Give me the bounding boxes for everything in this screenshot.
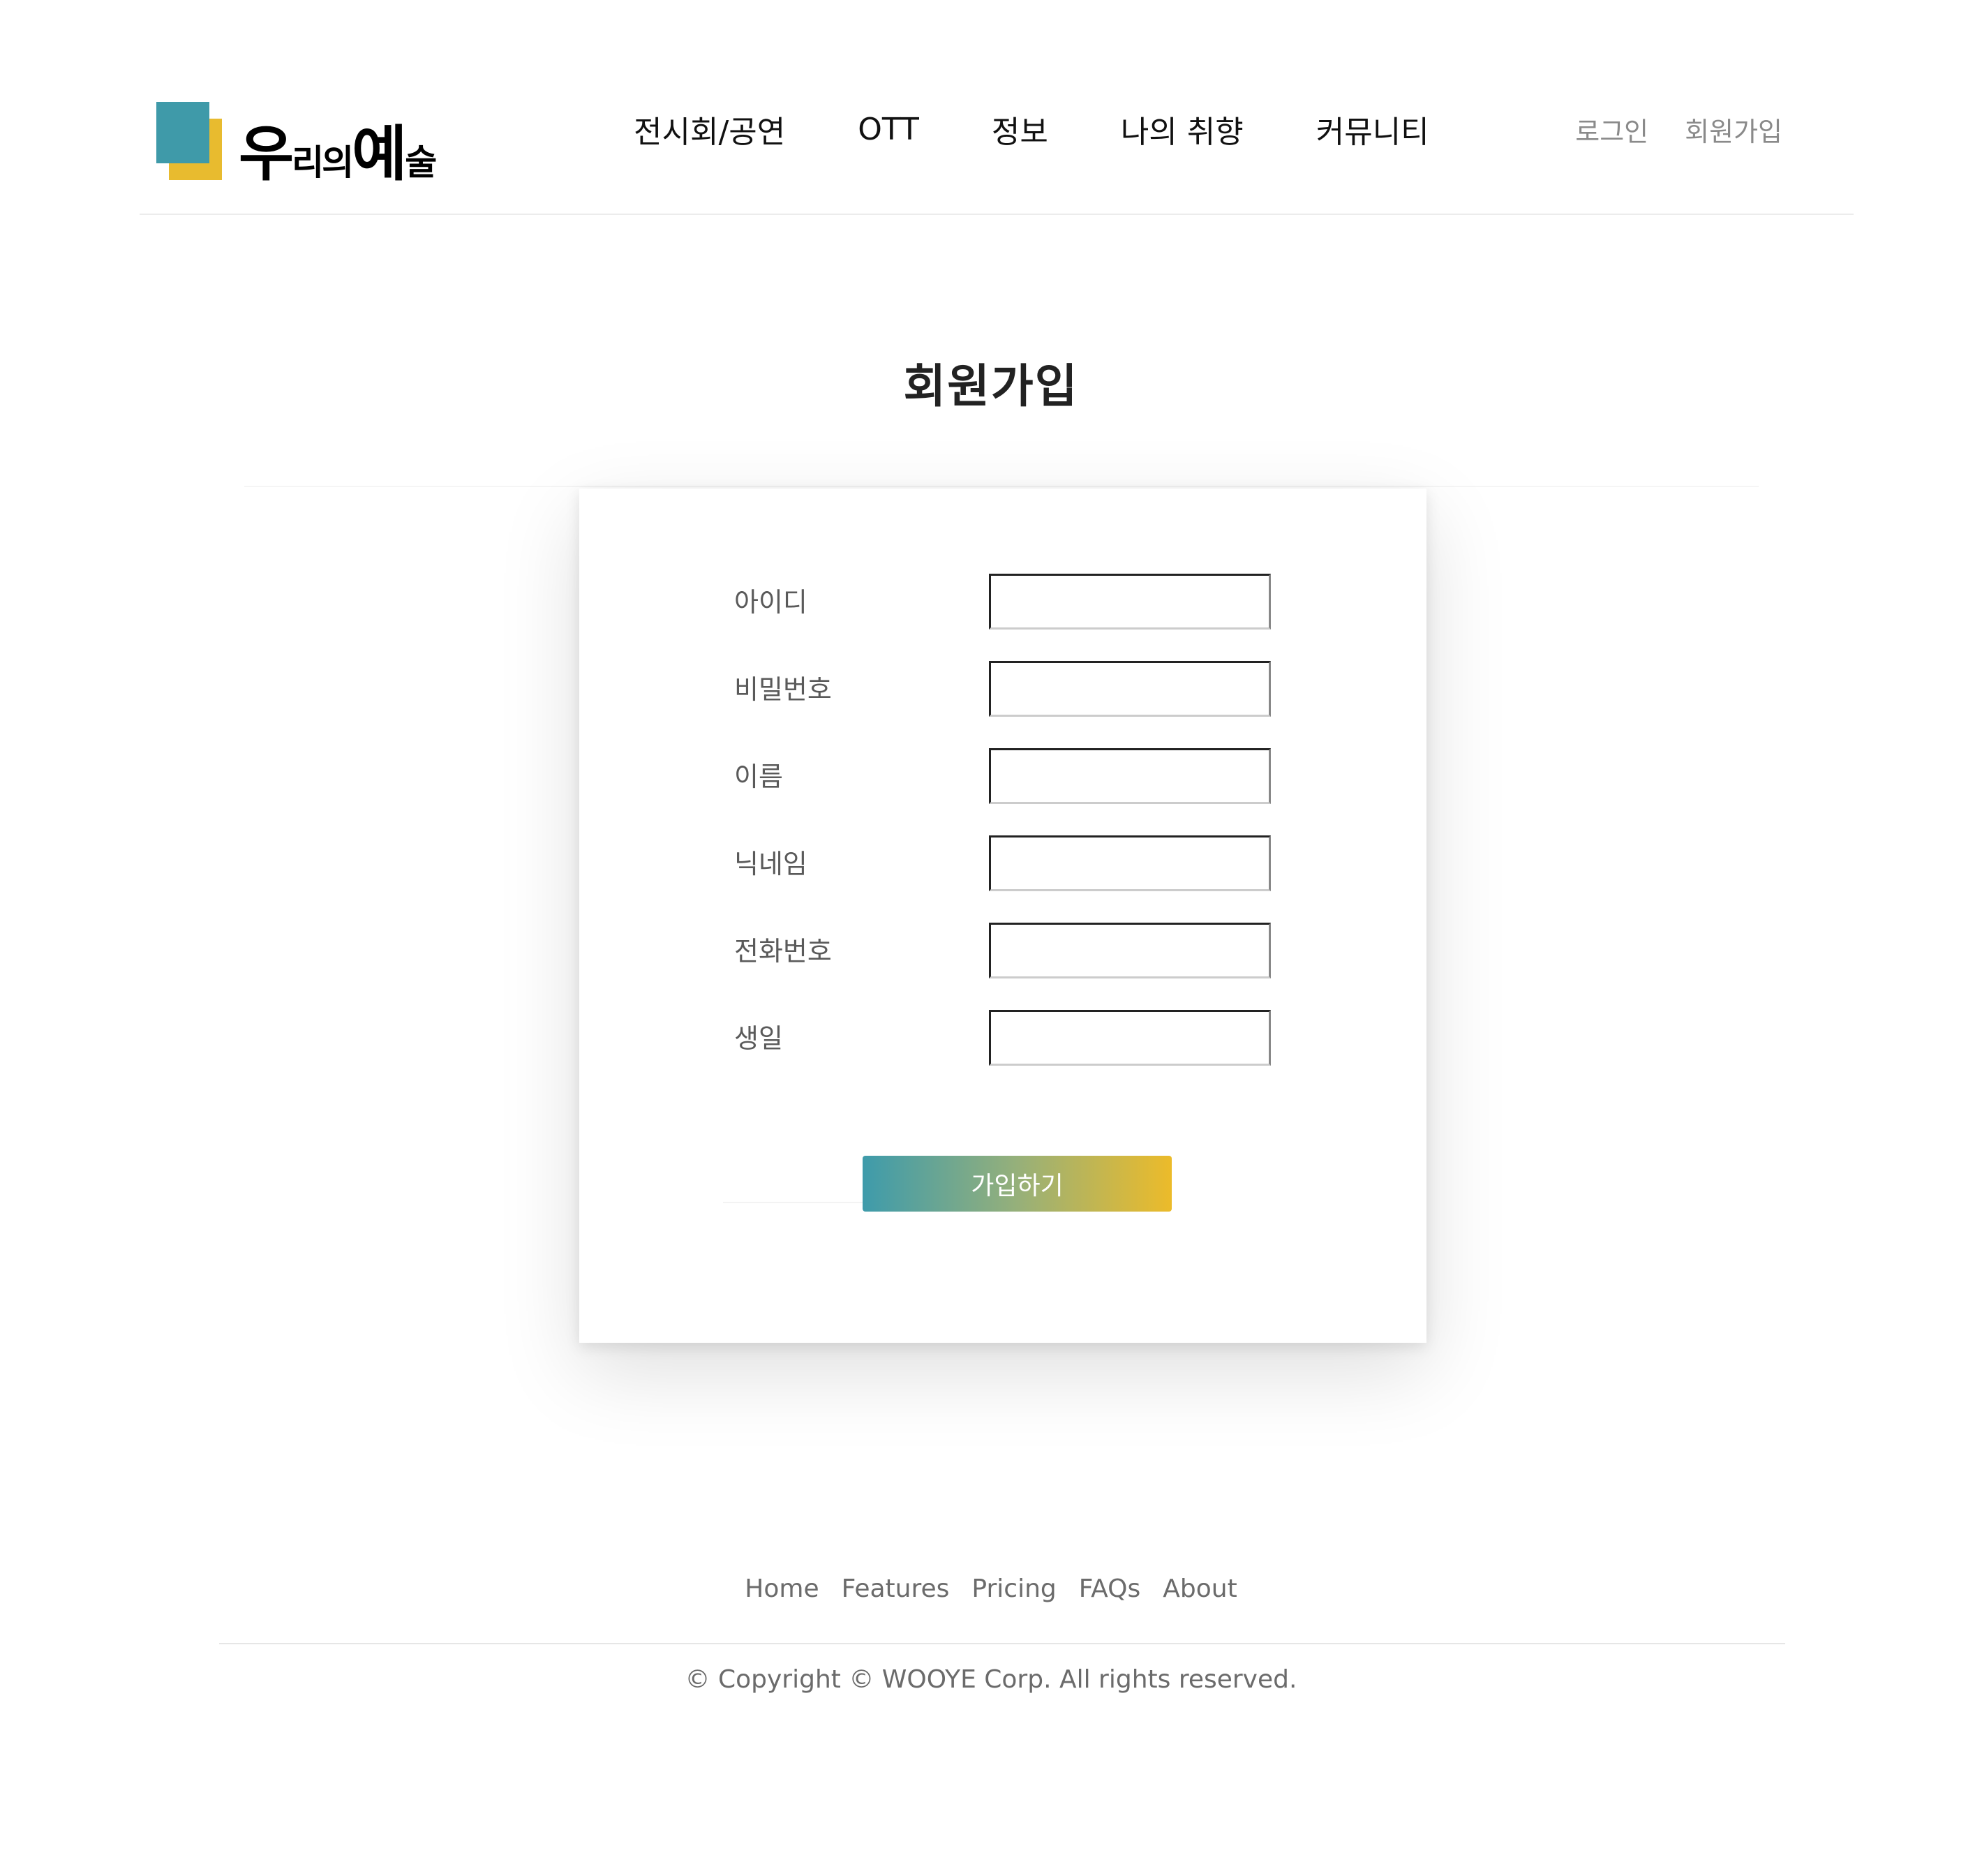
birthday-input[interactable]: [989, 1010, 1271, 1066]
logo-text-part4: 술: [405, 142, 437, 183]
footer-divider: [219, 1643, 1785, 1644]
page-title: 회원가입: [903, 359, 1079, 413]
nav-item-my-taste[interactable]: 나의 취향: [1121, 107, 1244, 151]
footer-nav: Home Features Pricing FAQs About: [0, 1574, 1982, 1603]
form-row-name: 이름: [734, 748, 1292, 804]
form-row-password: 비밀번호: [734, 661, 1292, 717]
birthday-label: 생일: [734, 1023, 783, 1054]
id-input[interactable]: [989, 574, 1271, 630]
nav-item-community[interactable]: 커뮤니티: [1316, 107, 1429, 151]
signup-link[interactable]: 회원가입: [1685, 110, 1782, 149]
nav-item-ott[interactable]: OTT: [858, 112, 919, 147]
id-label: 아이디: [734, 587, 807, 618]
footer-link-features[interactable]: Features: [842, 1574, 950, 1603]
copyright-text: © Copyright © WOOYE Corp. All rights res…: [685, 1665, 1297, 1694]
signup-submit-button[interactable]: 가입하기: [863, 1156, 1172, 1212]
nav-item-info[interactable]: 정보: [992, 107, 1048, 151]
logo-text: 우리의예술: [239, 105, 437, 192]
form-row-nickname: 닉네임: [734, 835, 1292, 891]
footer-link-pricing[interactable]: Pricing: [971, 1574, 1056, 1603]
nickname-input[interactable]: [989, 835, 1271, 891]
site-header: 우리의예술 전시회/공연 OTT 정보 나의 취향 커뮤니티 로그인 회원가입: [140, 0, 1854, 215]
footer-link-about[interactable]: About: [1163, 1574, 1237, 1603]
password-label: 비밀번호: [734, 674, 832, 705]
phone-input[interactable]: [989, 923, 1271, 978]
password-input[interactable]: [989, 661, 1271, 717]
login-link[interactable]: 로그인: [1575, 110, 1648, 149]
form-row-birthday: 생일: [734, 1010, 1292, 1066]
logo-teal-square: [156, 102, 209, 163]
main-nav: 전시회/공연 OTT 정보 나의 취향 커뮤니티: [634, 105, 1429, 154]
footer-link-home[interactable]: Home: [745, 1574, 819, 1603]
footer-link-faqs[interactable]: FAQs: [1079, 1574, 1141, 1603]
auth-links: 로그인 회원가입: [1539, 106, 1782, 152]
phone-label: 전화번호: [734, 936, 832, 967]
name-input[interactable]: [989, 748, 1271, 804]
title-divider: [244, 486, 1759, 487]
nickname-label: 닉네임: [734, 849, 807, 879]
name-label: 이름: [734, 761, 783, 792]
logo-text-part3: 예: [352, 119, 407, 189]
form-row-id: 아이디: [734, 574, 1292, 630]
signup-card: 아이디 비밀번호 이름 닉네임 전화번호 생일 가입하기: [579, 489, 1426, 1343]
site-logo[interactable]: 우리의예술: [156, 102, 449, 189]
button-divider: [723, 1202, 863, 1203]
nav-item-exhibition[interactable]: 전시회/공연: [634, 107, 785, 151]
logo-text-part1: 우: [239, 119, 294, 189]
form-row-phone: 전화번호: [734, 923, 1292, 978]
logo-text-part2: 리의: [292, 142, 354, 183]
